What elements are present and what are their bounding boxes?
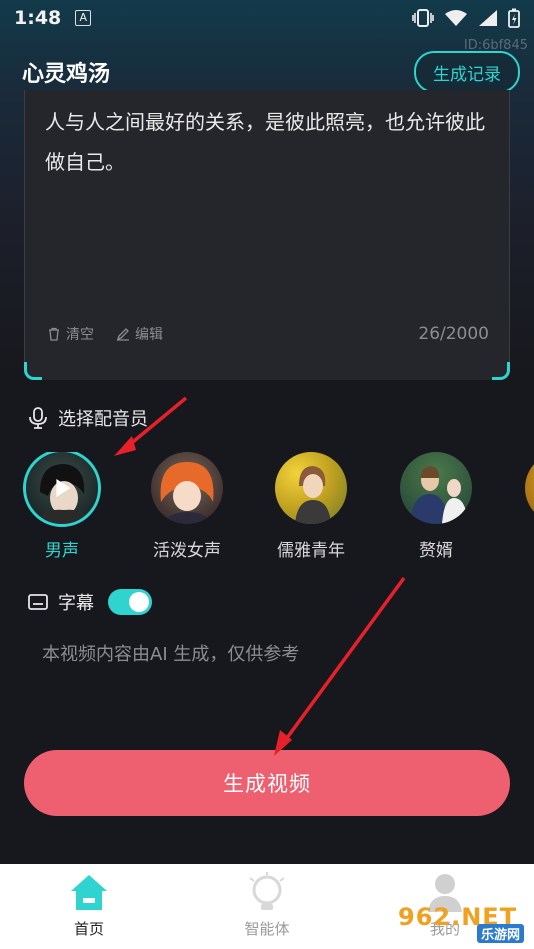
subtitle-label: 字幕 [58, 593, 94, 614]
card-corner-left [24, 362, 42, 380]
voice-name: 男声 [45, 541, 79, 561]
avatar [151, 452, 223, 524]
voice-portrait [410, 466, 468, 524]
notification-icon: A [75, 10, 92, 26]
vibrate-icon [412, 9, 434, 27]
voice-name: 赘婿 [419, 541, 453, 561]
voice-option-elegant-youth[interactable]: 儒雅青年 [256, 452, 366, 561]
ai-disclaimer: 本视频内容由AI 生成，仅供参考 [42, 644, 300, 665]
avatar [275, 452, 347, 524]
page-title: 心灵鸡汤 [22, 62, 111, 87]
voice-name: 儒雅青年 [277, 541, 345, 561]
edit-button[interactable]: 编辑 [116, 324, 163, 344]
site-watermark: 962.NET 乐游网 [398, 903, 526, 943]
play-icon [56, 479, 71, 497]
nav-agent[interactable]: 智能体 [178, 864, 356, 949]
site-watermark-sub: 乐游网 [476, 924, 524, 943]
history-button[interactable]: 生成记录 [414, 51, 520, 93]
nav-label: 智能体 [244, 920, 290, 938]
subtitle-row: 字幕 [28, 589, 152, 615]
generate-video-button[interactable]: 生成视频 [24, 750, 510, 816]
status-bar: 1:48 A [0, 0, 534, 36]
microphone-icon [29, 407, 47, 429]
nav-label: 首页 [73, 920, 104, 938]
status-icons [412, 8, 520, 28]
status-time: 1:48 [14, 7, 62, 29]
voice-list: 男声 活泼女声 儒雅青年 赘婿 [0, 452, 534, 562]
char-count: 26/2000 [418, 324, 489, 344]
voice-section-label: 选择配音员 [28, 405, 148, 431]
card-tools: 清空 编辑 [47, 324, 163, 344]
nav-home[interactable]: 首页 [0, 864, 178, 949]
voice-name: 活泼女声 [153, 541, 221, 561]
signal-icon [479, 10, 497, 26]
clear-button[interactable]: 清空 [47, 324, 94, 344]
voice-portrait [160, 462, 214, 524]
voice-option-lively-female[interactable]: 活泼女声 [132, 452, 242, 561]
pencil-icon [116, 328, 129, 341]
subtitle-toggle[interactable] [108, 589, 152, 615]
battery-icon [508, 8, 520, 28]
avatar [23, 452, 101, 527]
clear-label: 清空 [66, 327, 94, 343]
text-card: 人与人之间最好的关系，是彼此照亮，也允许彼此做自己。 清空 编辑 26/2000 [24, 90, 510, 380]
script-text[interactable]: 人与人之间最好的关系，是彼此照亮，也允许彼此做自己。 [45, 102, 495, 182]
voice-option-ancient[interactable]: 古 [506, 452, 534, 561]
annotation-arrow [282, 576, 406, 744]
avatar [525, 452, 534, 524]
voice-option-male[interactable]: 男声 [7, 452, 117, 561]
wifi-icon [445, 10, 467, 26]
subtitle-icon [28, 594, 48, 610]
home-icon [71, 875, 107, 910]
voice-option-son-in-law[interactable]: 赘婿 [381, 452, 491, 561]
avatar [400, 452, 472, 524]
edit-label: 编辑 [135, 327, 163, 343]
trash-icon [49, 327, 59, 341]
lightbulb-icon [249, 872, 285, 910]
voice-portrait [295, 466, 331, 524]
voice-section-title: 选择配音员 [58, 409, 148, 430]
